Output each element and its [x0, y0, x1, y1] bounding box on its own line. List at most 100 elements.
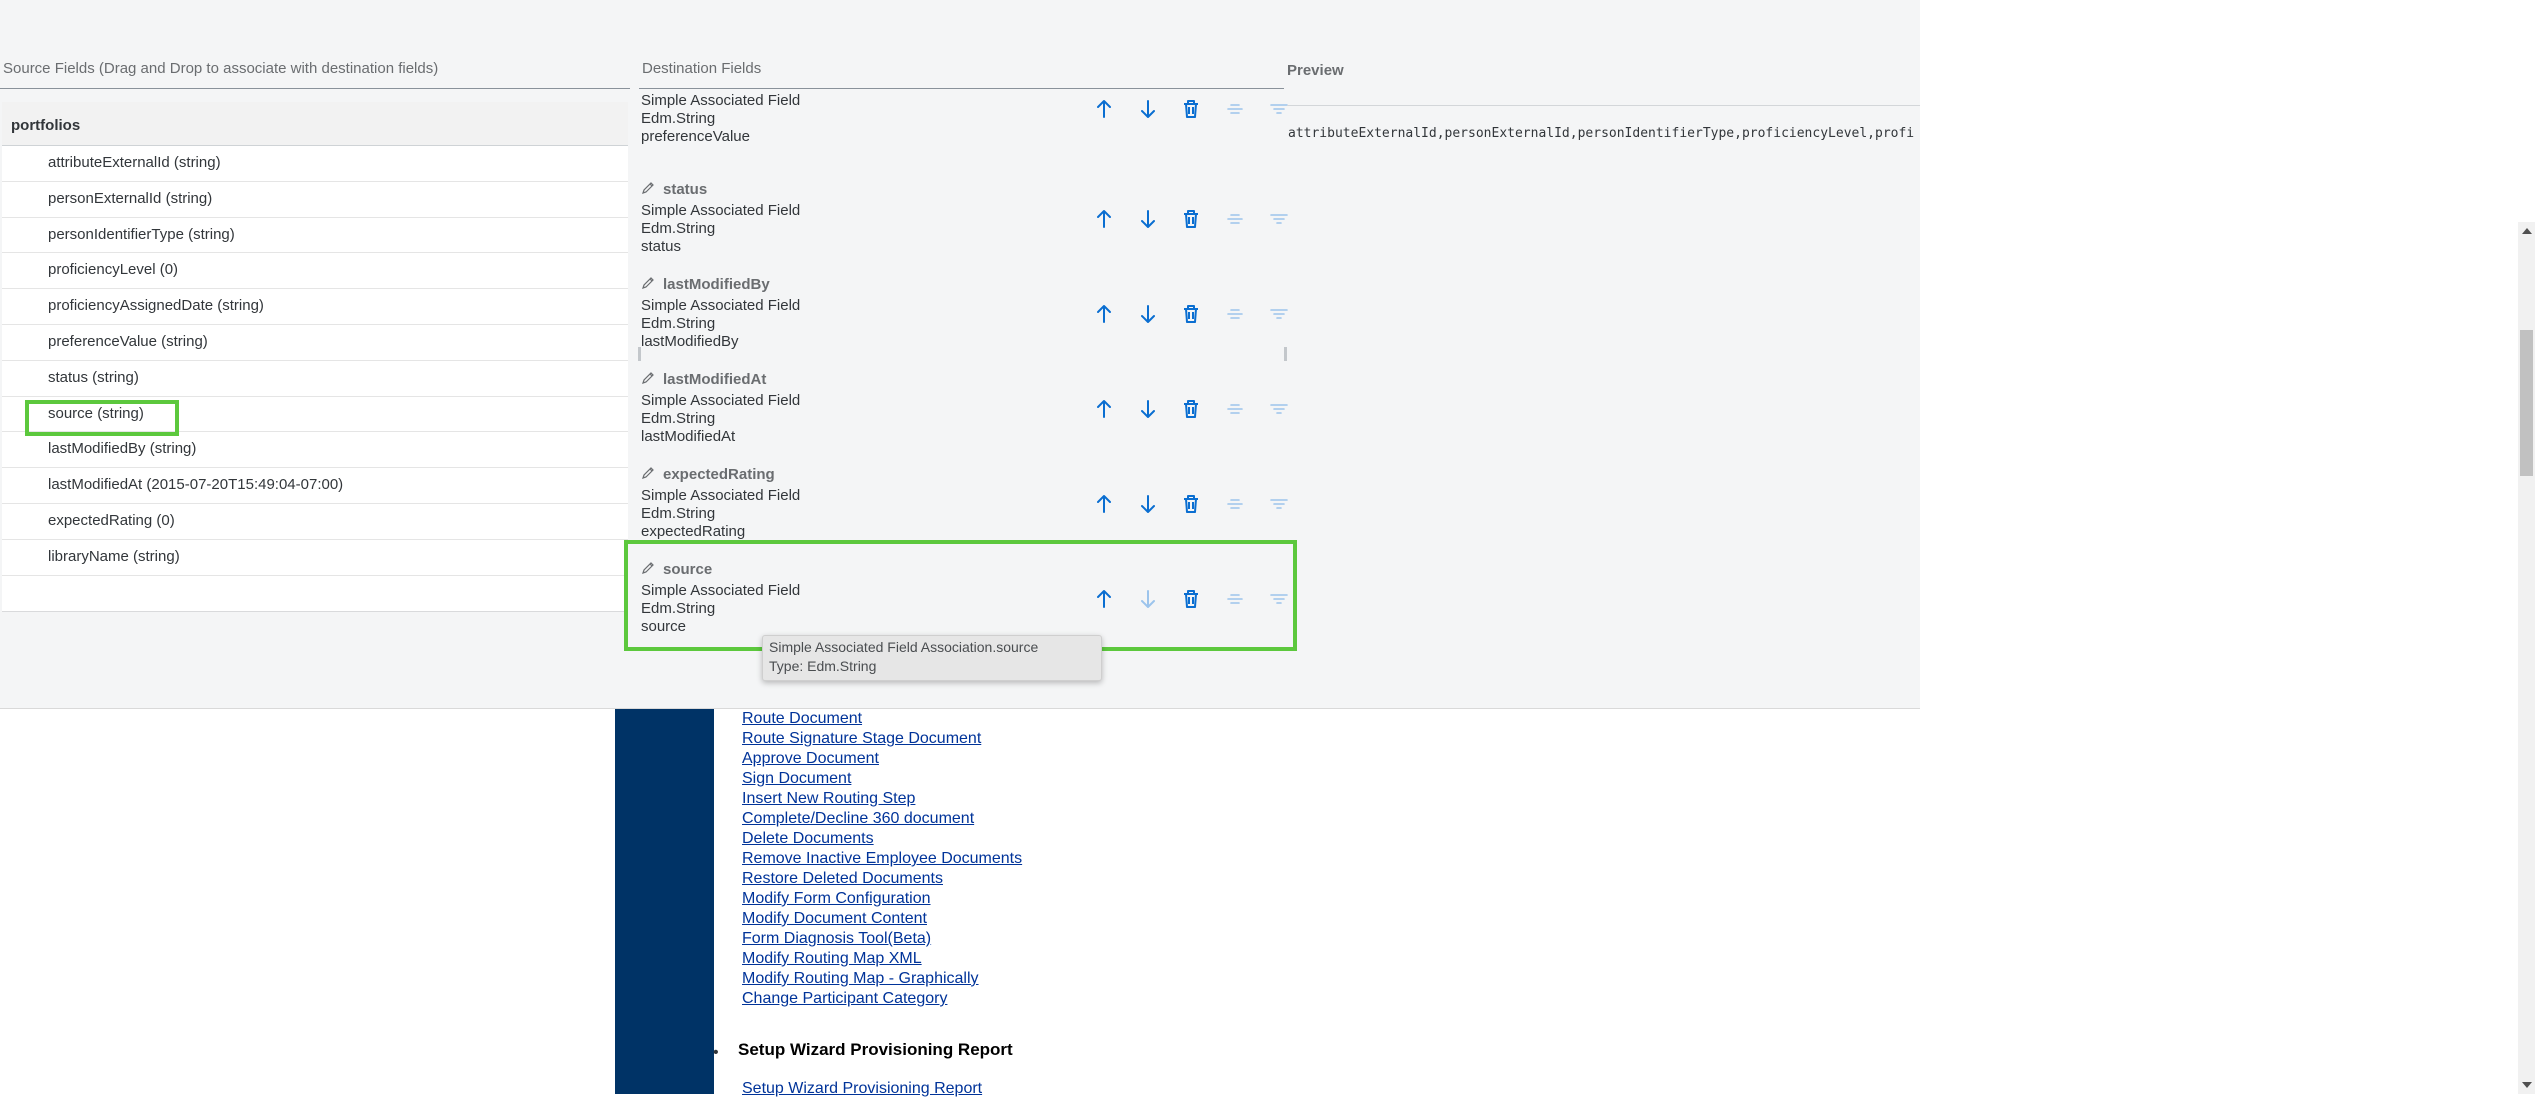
move-up-icon[interactable]	[1092, 397, 1116, 421]
destination-field-source: source	[641, 618, 687, 635]
legacy-link-item: Modify Routing Map XML	[742, 949, 1022, 969]
legacy-link[interactable]: Form Diagnosis Tool(Beta)	[742, 930, 931, 947]
pencil-icon	[641, 181, 655, 195]
source-field-item[interactable]: expectedRating (0)	[2, 504, 628, 540]
source-fields-header: Source Fields (Drag and Drop to associat…	[3, 60, 439, 77]
legacy-link-item: Modify Document Content	[742, 909, 1022, 929]
panel-resize-handle-left[interactable]	[638, 347, 641, 361]
legacy-link[interactable]: Insert New Routing Step	[742, 790, 915, 807]
align-center-icon	[1223, 207, 1247, 231]
destination-field-kind: Simple Associated Field	[641, 92, 801, 109]
source-field-item[interactable]: libraryName (string)	[2, 540, 628, 576]
legacy-link-item: Complete/Decline 360 document	[742, 809, 1022, 829]
legacy-link[interactable]: Delete Documents	[742, 830, 874, 847]
destination-field-item[interactable]: lastModifiedBy Simple Associated Field Edm…	[639, 264, 1288, 359]
move-down-icon[interactable]	[1136, 302, 1160, 326]
destination-field-kind: Simple Associated Field	[641, 392, 801, 409]
move-down-icon[interactable]	[1136, 207, 1160, 231]
legacy-link[interactable]: Restore Deleted Documents	[742, 870, 943, 887]
source-field-item[interactable]: proficiencyAssignedDate (string)	[2, 289, 628, 325]
destination-field-source: preferenceValue	[641, 128, 750, 145]
destination-field-source: lastModifiedAt	[641, 428, 736, 445]
move-up-icon[interactable]	[1092, 302, 1116, 326]
destination-field-actions	[1064, 397, 1288, 421]
scroll-thumb[interactable]	[2520, 330, 2533, 476]
source-field-item[interactable]: personExternalId (string)	[2, 182, 628, 218]
legacy-admin-page: Route Document Route Signature Stage Docu…	[0, 709, 2520, 1097]
source-field-item[interactable]: status (string)	[2, 361, 628, 397]
destination-field-type: Edm.String	[641, 110, 716, 127]
move-down-icon[interactable]	[1136, 492, 1160, 516]
scroll-up-arrow-icon[interactable]	[2522, 228, 2532, 234]
source-field-item[interactable]: proficiencyLevel (0)	[2, 253, 628, 290]
destination-fields-header: Destination Fields	[642, 60, 762, 77]
legacy-link[interactable]: Change Participant Category	[742, 990, 947, 1007]
tooltip-line-association: Simple Associated Field Association.sour…	[769, 639, 1039, 655]
legacy-link[interactable]: Remove Inactive Employee Documents	[742, 850, 1022, 867]
legacy-link-item: Sign Document	[742, 769, 1022, 789]
source-field-list: attributeExternalId (string) personExtern…	[2, 146, 628, 576]
section-link-setup-wizard-report[interactable]: Setup Wizard Provisioning Report	[742, 1080, 982, 1098]
source-group-header[interactable]: portfolios	[2, 102, 628, 146]
legacy-link[interactable]: Route Document	[742, 710, 862, 727]
delete-icon[interactable]	[1179, 302, 1203, 326]
field-mapping-overlay: Source Fields (Drag and Drop to associat…	[0, 0, 1920, 709]
legacy-link-item: Modify Routing Map - Graphically	[742, 969, 1022, 989]
destination-field-item[interactable]: source Simple Associated Field Edm.String s…	[639, 549, 1288, 644]
legacy-link[interactable]: Modify Routing Map - Graphically	[742, 970, 979, 987]
scroll-down-arrow-icon[interactable]	[2522, 1082, 2532, 1088]
source-field-item[interactable]: source (string)	[2, 397, 628, 433]
destination-field-item[interactable]: expectedRating Simple Associated Field Edm…	[639, 454, 1288, 549]
move-down-icon[interactable]	[1136, 97, 1160, 121]
align-center-icon	[1223, 302, 1247, 326]
move-up-icon[interactable]	[1092, 97, 1116, 121]
delete-icon[interactable]	[1179, 397, 1203, 421]
source-field-item[interactable]: attributeExternalId (string)	[2, 146, 628, 182]
legacy-link[interactable]: Sign Document	[742, 770, 851, 787]
legacy-link[interactable]: Approve Document	[742, 750, 879, 767]
legacy-link-item: Remove Inactive Employee Documents	[742, 849, 1022, 869]
legacy-link-item: Insert New Routing Step	[742, 789, 1022, 809]
source-field-item[interactable]: lastModifiedBy (string)	[2, 432, 628, 469]
destination-field-kind: Simple Associated Field	[641, 297, 801, 314]
destination-field-name: expectedRating	[663, 466, 775, 483]
source-field-item[interactable]: personIdentifierType (string)	[2, 218, 628, 254]
delete-icon[interactable]	[1179, 97, 1203, 121]
legacy-link-item: Route Document	[742, 709, 1022, 729]
source-field-item[interactable]: lastModifiedAt (2015-07-20T15:49:04-07:0…	[2, 468, 628, 504]
destination-header-rule	[639, 88, 1284, 89]
source-field-item[interactable]: preferenceValue (string)	[2, 325, 628, 361]
source-fields-panel: portfolios attributeExternalId (string) p…	[2, 102, 628, 612]
move-down-icon[interactable]	[1136, 397, 1160, 421]
move-up-icon[interactable]	[1092, 587, 1116, 611]
legacy-link-list: Route Document Route Signature Stage Docu…	[742, 709, 1022, 1009]
legacy-link[interactable]: Modify Document Content	[742, 910, 927, 927]
delete-icon[interactable]	[1179, 492, 1203, 516]
pencil-icon	[641, 371, 655, 385]
destination-field-actions	[1064, 302, 1288, 326]
delete-icon[interactable]	[1179, 207, 1203, 231]
legacy-link[interactable]: Modify Routing Map XML	[742, 950, 922, 967]
legacy-link[interactable]: Complete/Decline 360 document	[742, 810, 974, 827]
destination-field-type: Edm.String	[641, 505, 716, 522]
destination-field-source: status	[641, 238, 682, 255]
delete-icon[interactable]	[1179, 587, 1203, 611]
legacy-link[interactable]: Route Signature Stage Document	[742, 730, 981, 747]
page-scrollbar[interactable]	[2518, 222, 2535, 1094]
destination-field-item[interactable]: status Simple Associated Field Edm.String s…	[639, 169, 1288, 264]
destination-field-type: Edm.String	[641, 600, 716, 617]
destination-field-kind: Simple Associated Field	[641, 582, 801, 599]
filter-icon	[1267, 302, 1291, 326]
move-up-icon[interactable]	[1092, 492, 1116, 516]
legacy-link-item: Route Signature Stage Document	[742, 729, 1022, 749]
align-center-icon	[1223, 492, 1247, 516]
legacy-link-item: Delete Documents	[742, 829, 1022, 849]
destination-field-source: expectedRating	[641, 523, 746, 540]
move-down-icon	[1136, 587, 1160, 611]
destination-field-name: lastModifiedAt	[663, 371, 767, 388]
panel-resize-handle-right[interactable]	[1284, 347, 1287, 361]
legacy-link-item: Form Diagnosis Tool(Beta)	[742, 929, 1022, 949]
destination-field-item[interactable]: lastModifiedAt Simple Associated Field Edm…	[639, 359, 1288, 454]
legacy-link[interactable]: Modify Form Configuration	[742, 890, 931, 907]
move-up-icon[interactable]	[1092, 207, 1116, 231]
